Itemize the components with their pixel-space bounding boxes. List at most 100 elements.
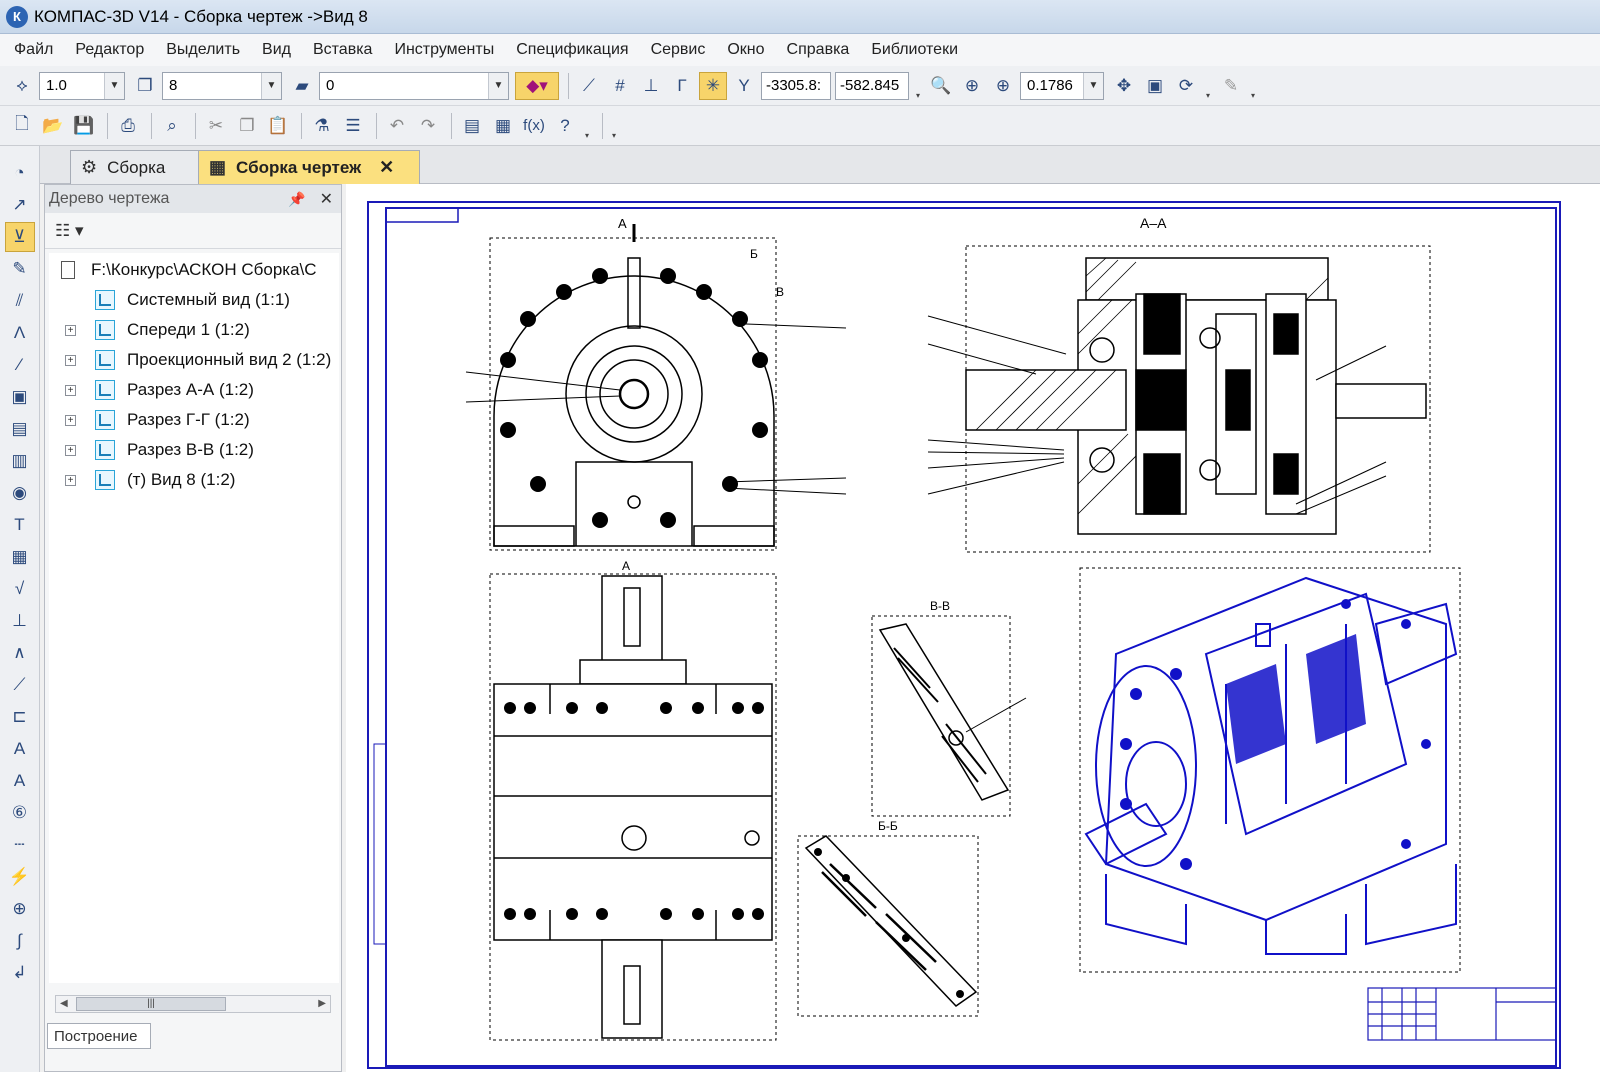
- menu-select[interactable]: Выделить: [166, 41, 240, 59]
- scroll-left-icon[interactable]: ◀: [60, 996, 68, 1012]
- preview-icon[interactable]: ⌕: [158, 112, 186, 140]
- center-mark-icon[interactable]: ⊕: [5, 894, 35, 924]
- copy-icon[interactable]: ❐: [233, 112, 261, 140]
- toolbar-grip[interactable]: ▾: [1203, 72, 1213, 100]
- coord-axis-icon[interactable]: Y: [730, 72, 758, 100]
- base-icon[interactable]: ⊥: [5, 606, 35, 636]
- spec-icon[interactable]: ▤: [5, 414, 35, 444]
- smart-snap-icon[interactable]: ✳: [699, 71, 727, 100]
- select-icon[interactable]: ⁄: [5, 350, 35, 380]
- library-icon[interactable]: ▦: [489, 112, 517, 140]
- ortho-icon[interactable]: ⟋: [575, 72, 603, 100]
- toolbar-grip[interactable]: ▾: [913, 72, 923, 100]
- variables-icon[interactable]: f(x): [520, 112, 548, 140]
- tree-item-section-gg[interactable]: + Разрез Г-Г (1:2): [65, 407, 250, 433]
- view-combo[interactable]: 8 ▼: [162, 71, 282, 100]
- chevron-down-icon[interactable]: ▼: [261, 72, 281, 99]
- zoom-in-icon[interactable]: ⊕: [989, 72, 1017, 100]
- text-icon[interactable]: T: [5, 510, 35, 540]
- menu-insert[interactable]: Вставка: [313, 41, 372, 59]
- position-icon[interactable]: ⑥: [5, 798, 35, 828]
- tree-view-mode-button[interactable]: ☷ ▾: [45, 213, 341, 249]
- snap-magnet-icon[interactable]: ◆▾: [515, 71, 559, 100]
- tab-construction[interactable]: Построение: [47, 1023, 151, 1049]
- cut-icon[interactable]: ✂: [202, 112, 230, 140]
- break-icon[interactable]: ↲: [5, 958, 35, 988]
- help-pointer-icon[interactable]: ?: [551, 112, 579, 140]
- scroll-thumb[interactable]: |||: [76, 997, 226, 1011]
- tree-item-front-view[interactable]: + Спереди 1 (1:2): [65, 317, 250, 343]
- menu-help[interactable]: Справка: [787, 41, 850, 59]
- menu-tools[interactable]: Инструменты: [394, 41, 494, 59]
- scale-combo[interactable]: 1.0 ▼: [39, 71, 125, 100]
- tree-item-projection-view[interactable]: + Проекционный вид 2 (1:2): [65, 347, 331, 373]
- expand-icon[interactable]: +: [65, 324, 76, 336]
- list-icon[interactable]: ☰: [339, 112, 367, 140]
- arrow-view-icon[interactable]: ∧: [5, 638, 35, 668]
- zoom-combo[interactable]: 0.1786 ▼: [1020, 71, 1104, 100]
- quick-icon[interactable]: ⚡: [5, 862, 35, 892]
- tree-root[interactable]: F:\Конкурс\АСКОН Сборка\С: [61, 257, 317, 283]
- scroll-right-icon[interactable]: ▶: [318, 996, 326, 1012]
- pan-icon[interactable]: ✥: [1110, 72, 1138, 100]
- tree-item-view-8[interactable]: + (т) Вид 8 (1:2): [65, 467, 235, 493]
- show-all-icon[interactable]: ▣: [1141, 72, 1169, 100]
- insert-icon[interactable]: ◉: [5, 478, 35, 508]
- menu-libraries[interactable]: Библиотеки: [871, 41, 958, 59]
- new-document-icon[interactable]: 🗋: [8, 112, 36, 140]
- coord-x-field[interactable]: -3305.8:: [761, 71, 831, 100]
- undo-icon[interactable]: ↶: [383, 112, 411, 140]
- table-icon[interactable]: ▦: [5, 542, 35, 572]
- paste-icon[interactable]: 📋: [264, 112, 292, 140]
- redo-icon[interactable]: ↷: [414, 112, 442, 140]
- measure-icon[interactable]: Λ: [5, 318, 35, 348]
- zoom-window-icon[interactable]: 🔍: [927, 72, 955, 100]
- toolbar-grip[interactable]: ▾: [609, 112, 619, 140]
- menu-specification[interactable]: Спецификация: [516, 41, 628, 59]
- expand-icon[interactable]: +: [65, 414, 76, 426]
- tree-horizontal-scrollbar[interactable]: ◀ ||| ▶: [55, 995, 331, 1013]
- menu-service[interactable]: Сервис: [651, 41, 706, 59]
- wave-line-icon[interactable]: ∫: [5, 926, 35, 956]
- refresh-icon[interactable]: ⟳: [1172, 72, 1200, 100]
- menu-view[interactable]: Вид: [262, 41, 291, 59]
- menu-window[interactable]: Окно: [727, 41, 764, 59]
- layer-combo[interactable]: 0 ▼: [319, 71, 509, 100]
- zoom-dynamic-icon[interactable]: ⊕: [958, 72, 986, 100]
- view-icon[interactable]: ❐: [131, 72, 159, 100]
- leader-icon[interactable]: ⟋: [5, 670, 35, 700]
- disabled-tool-icon[interactable]: ✎: [1217, 72, 1245, 100]
- save-icon[interactable]: 💾: [70, 112, 98, 140]
- chevron-down-icon[interactable]: ▼: [1083, 72, 1103, 99]
- tree-item-system-view[interactable]: Системный вид (1:1): [95, 287, 290, 313]
- geometry-icon[interactable]: ◔: [5, 158, 35, 188]
- axis-line-icon[interactable]: ┄: [5, 830, 35, 860]
- menu-file[interactable]: Файл: [14, 41, 53, 59]
- expand-icon[interactable]: +: [65, 354, 76, 366]
- layer-icon[interactable]: ▰: [288, 72, 316, 100]
- manager-icon[interactable]: ▤: [458, 112, 486, 140]
- associative-view-icon[interactable]: ▣: [5, 382, 35, 412]
- symbols-icon[interactable]: ⊻: [4, 222, 35, 252]
- menu-editor[interactable]: Редактор: [75, 41, 144, 59]
- tolerance-icon[interactable]: ⊏: [5, 702, 35, 732]
- toolbar-grip[interactable]: ▾: [582, 112, 592, 140]
- close-icon[interactable]: ✕: [379, 157, 394, 178]
- chevron-down-icon[interactable]: ▼: [104, 72, 124, 99]
- coord-y-field[interactable]: -582.845: [835, 71, 909, 100]
- expand-icon[interactable]: +: [65, 474, 76, 486]
- tree-item-section-aa[interactable]: + Разрез А-А (1:2): [65, 377, 254, 403]
- mark-icon[interactable]: A: [5, 766, 35, 796]
- cut-line-icon[interactable]: A: [5, 734, 35, 764]
- pin-icon[interactable]: 📌: [288, 191, 305, 208]
- grid-icon[interactable]: #: [606, 72, 634, 100]
- expand-icon[interactable]: +: [65, 384, 76, 396]
- report-icon[interactable]: ▥: [5, 446, 35, 476]
- toolbar-grip[interactable]: ▾: [1248, 72, 1258, 100]
- scale-icon[interactable]: ⟡: [8, 72, 36, 100]
- dimensions-icon[interactable]: ↗: [5, 190, 35, 220]
- open-icon[interactable]: 📂: [39, 112, 67, 140]
- properties-icon[interactable]: ⚗: [308, 112, 336, 140]
- tab-assembly-drawing[interactable]: ▦ Сборка чертеж ✕: [198, 150, 420, 184]
- round-icon[interactable]: Γ: [668, 72, 696, 100]
